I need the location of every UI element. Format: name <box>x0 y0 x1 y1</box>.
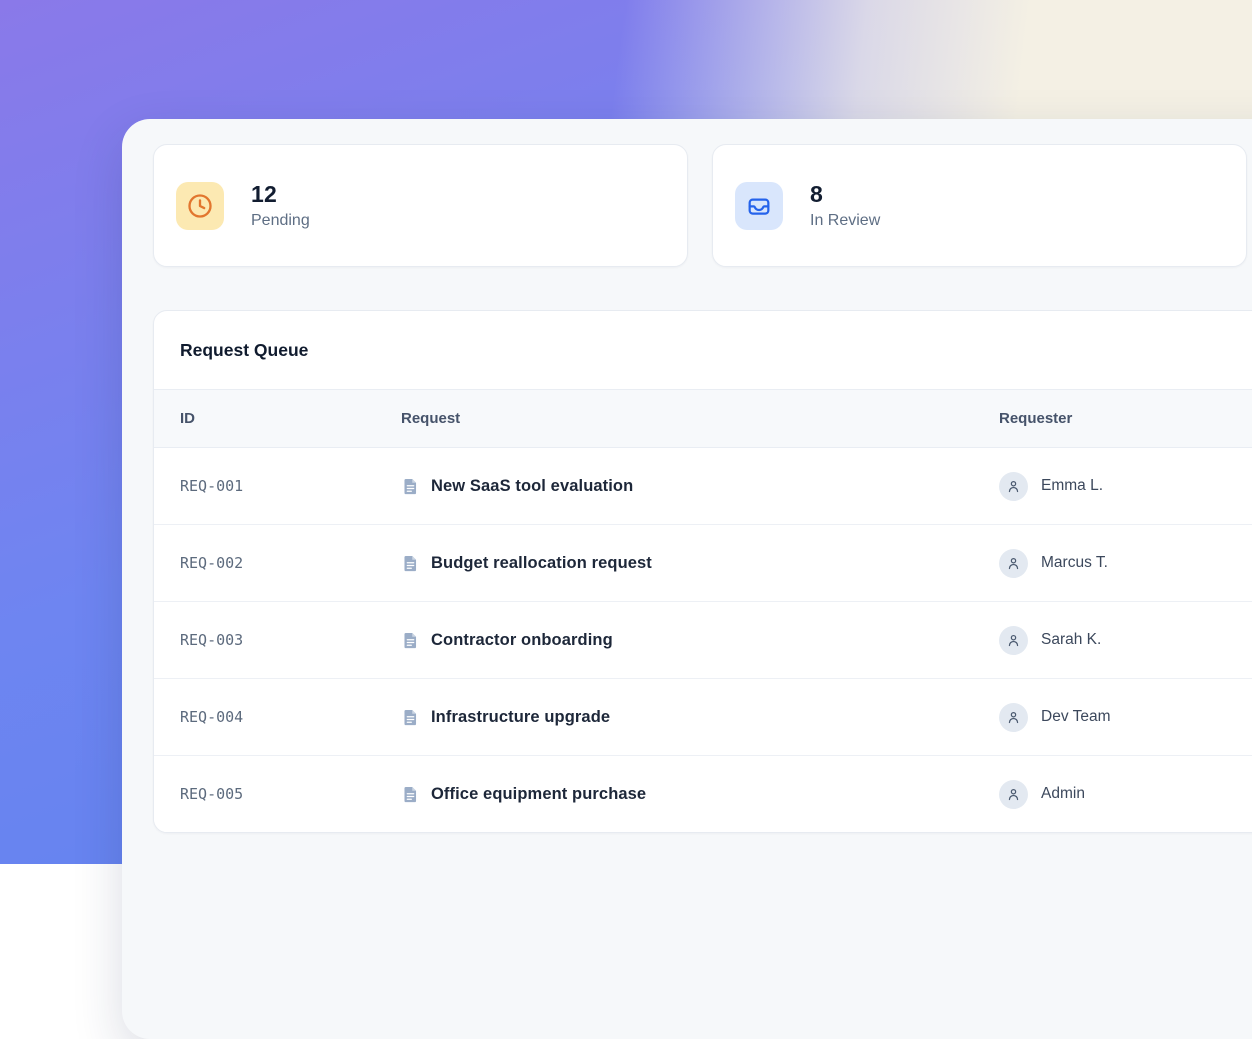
stat-card-pending: 12 Pending <box>153 144 688 267</box>
document-icon <box>401 785 420 804</box>
avatar <box>999 626 1028 655</box>
table-header-row: ID Request Requester <box>154 389 1252 448</box>
table-title-row: Request Queue <box>154 311 1252 389</box>
requester-name: Emma L. <box>1041 477 1103 495</box>
dashboard-panel: 12 Pending 8 In Review Reque <box>122 119 1252 1039</box>
table-row[interactable]: REQ-001 New SaaS tool evaluation <box>154 448 1252 524</box>
column-header-request: Request <box>401 410 999 427</box>
table-title: Request Queue <box>180 340 308 361</box>
table-row[interactable]: REQ-005 Office equipment purchase <box>154 755 1252 832</box>
inbox-icon <box>735 182 783 230</box>
stat-value-pending: 12 <box>251 181 310 207</box>
stat-card-in-review: 8 In Review <box>712 144 1247 267</box>
stat-label-pending: Pending <box>251 212 310 230</box>
requester-cell: Emma L. <box>999 472 1252 501</box>
clock-icon <box>176 182 224 230</box>
request-cell: New SaaS tool evaluation <box>401 477 999 496</box>
column-header-requester: Requester <box>999 410 1252 427</box>
request-queue-card: Request Queue ID Request Requester REQ-0… <box>153 310 1252 833</box>
document-icon <box>401 554 420 573</box>
request-cell: Budget reallocation request <box>401 554 999 573</box>
document-icon <box>401 477 420 496</box>
stat-value-in-review: 8 <box>810 181 880 207</box>
requester-name: Admin <box>1041 785 1085 803</box>
document-icon <box>401 631 420 650</box>
request-title: Office equipment purchase <box>431 785 646 804</box>
avatar <box>999 549 1028 578</box>
request-cell: Infrastructure upgrade <box>401 708 999 727</box>
page-background: 12 Pending 8 In Review Reque <box>0 0 1252 864</box>
requester-cell: Dev Team <box>999 703 1252 732</box>
stat-label-in-review: In Review <box>810 212 880 230</box>
request-cell: Contractor onboarding <box>401 631 999 650</box>
table-body: REQ-001 New SaaS tool evaluation <box>154 448 1252 832</box>
request-id: REQ-002 <box>180 554 401 572</box>
requester-name: Dev Team <box>1041 708 1111 726</box>
request-title: Infrastructure upgrade <box>431 708 610 727</box>
avatar <box>999 703 1028 732</box>
request-id: REQ-003 <box>180 631 401 649</box>
stats-row: 12 Pending 8 In Review <box>153 144 1252 267</box>
document-icon <box>401 708 420 727</box>
request-title: Contractor onboarding <box>431 631 613 650</box>
request-title: Budget reallocation request <box>431 554 652 573</box>
requester-cell: Sarah K. <box>999 626 1252 655</box>
column-header-id: ID <box>180 410 401 427</box>
request-id: REQ-001 <box>180 477 401 495</box>
avatar <box>999 472 1028 501</box>
stat-text: 12 Pending <box>251 181 310 229</box>
requester-cell: Marcus T. <box>999 549 1252 578</box>
request-cell: Office equipment purchase <box>401 785 999 804</box>
table-row[interactable]: REQ-004 Infrastructure upgrade <box>154 678 1252 755</box>
request-id: REQ-004 <box>180 708 401 726</box>
table-row[interactable]: REQ-002 Budget reallocation request <box>154 524 1252 601</box>
requester-name: Sarah K. <box>1041 631 1101 649</box>
request-id: REQ-005 <box>180 785 401 803</box>
requester-cell: Admin <box>999 780 1252 809</box>
stat-text: 8 In Review <box>810 181 880 229</box>
table-row[interactable]: REQ-003 Contractor onboarding <box>154 601 1252 678</box>
avatar <box>999 780 1028 809</box>
requester-name: Marcus T. <box>1041 554 1108 572</box>
request-title: New SaaS tool evaluation <box>431 477 633 496</box>
